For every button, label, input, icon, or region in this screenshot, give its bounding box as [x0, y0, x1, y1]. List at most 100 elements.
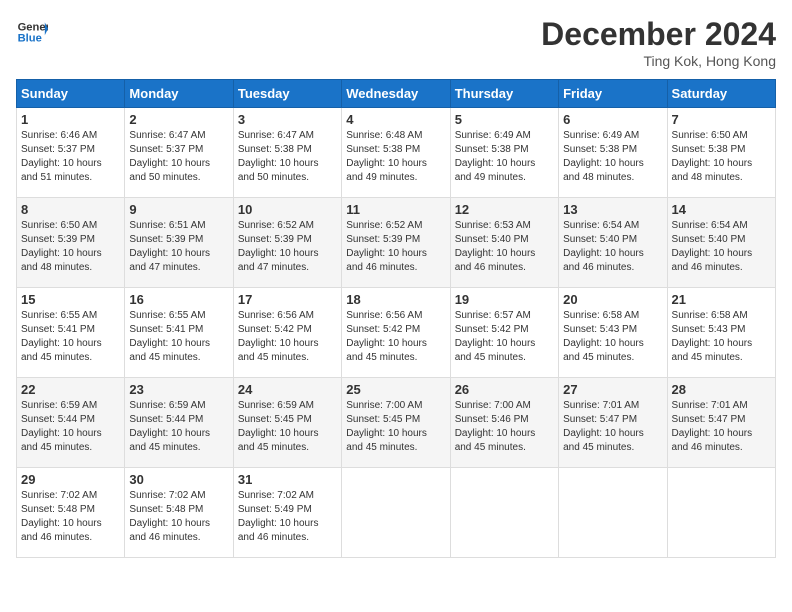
day-number: 2	[129, 112, 228, 127]
day-cell-25: 25 Sunrise: 7:00 AM Sunset: 5:45 PM Dayl…	[342, 378, 450, 468]
day-info: Sunrise: 6:51 AM Sunset: 5:39 PM Dayligh…	[129, 219, 228, 275]
day-info: Sunrise: 6:58 AM Sunset: 5:43 PM Dayligh…	[672, 309, 771, 365]
logo: General Blue	[16, 16, 48, 48]
day-cell-1: 1 Sunrise: 6:46 AM Sunset: 5:37 PM Dayli…	[17, 108, 125, 198]
day-info: Sunrise: 6:55 AM Sunset: 5:41 PM Dayligh…	[129, 309, 228, 365]
day-info: Sunrise: 7:02 AM Sunset: 5:49 PM Dayligh…	[238, 489, 337, 545]
day-number: 28	[672, 382, 771, 397]
day-info: Sunrise: 6:49 AM Sunset: 5:38 PM Dayligh…	[563, 129, 662, 185]
day-info: Sunrise: 6:50 AM Sunset: 5:38 PM Dayligh…	[672, 129, 771, 185]
day-number: 22	[21, 382, 120, 397]
day-number: 14	[672, 202, 771, 217]
day-cell-14: 14 Sunrise: 6:54 AM Sunset: 5:40 PM Dayl…	[667, 198, 775, 288]
empty-cell	[450, 468, 558, 558]
day-info: Sunrise: 6:56 AM Sunset: 5:42 PM Dayligh…	[346, 309, 445, 365]
day-info: Sunrise: 6:57 AM Sunset: 5:42 PM Dayligh…	[455, 309, 554, 365]
day-number: 1	[21, 112, 120, 127]
day-cell-13: 13 Sunrise: 6:54 AM Sunset: 5:40 PM Dayl…	[559, 198, 667, 288]
day-cell-9: 9 Sunrise: 6:51 AM Sunset: 5:39 PM Dayli…	[125, 198, 233, 288]
day-cell-2: 2 Sunrise: 6:47 AM Sunset: 5:37 PM Dayli…	[125, 108, 233, 198]
day-info: Sunrise: 6:54 AM Sunset: 5:40 PM Dayligh…	[672, 219, 771, 275]
day-cell-24: 24 Sunrise: 6:59 AM Sunset: 5:45 PM Dayl…	[233, 378, 341, 468]
header-sunday: Sunday	[17, 80, 125, 108]
page-header: General Blue December 2024 Ting Kok, Hon…	[16, 16, 776, 69]
logo-icon: General Blue	[16, 16, 48, 48]
day-info: Sunrise: 6:55 AM Sunset: 5:41 PM Dayligh…	[21, 309, 120, 365]
calendar-table: Sunday Monday Tuesday Wednesday Thursday…	[16, 79, 776, 558]
day-number: 3	[238, 112, 337, 127]
day-info: Sunrise: 6:56 AM Sunset: 5:42 PM Dayligh…	[238, 309, 337, 365]
day-number: 4	[346, 112, 445, 127]
day-info: Sunrise: 6:59 AM Sunset: 5:45 PM Dayligh…	[238, 399, 337, 455]
day-number: 16	[129, 292, 228, 307]
day-number: 19	[455, 292, 554, 307]
calendar-week-row: 1 Sunrise: 6:46 AM Sunset: 5:37 PM Dayli…	[17, 108, 776, 198]
day-cell-28: 28 Sunrise: 7:01 AM Sunset: 5:47 PM Dayl…	[667, 378, 775, 468]
empty-cell	[667, 468, 775, 558]
day-cell-18: 18 Sunrise: 6:56 AM Sunset: 5:42 PM Dayl…	[342, 288, 450, 378]
day-number: 13	[563, 202, 662, 217]
location: Ting Kok, Hong Kong	[541, 53, 776, 69]
day-cell-30: 30 Sunrise: 7:02 AM Sunset: 5:48 PM Dayl…	[125, 468, 233, 558]
day-info: Sunrise: 6:48 AM Sunset: 5:38 PM Dayligh…	[346, 129, 445, 185]
day-number: 18	[346, 292, 445, 307]
day-number: 30	[129, 472, 228, 487]
day-number: 12	[455, 202, 554, 217]
header-thursday: Thursday	[450, 80, 558, 108]
day-info: Sunrise: 7:01 AM Sunset: 5:47 PM Dayligh…	[563, 399, 662, 455]
day-number: 24	[238, 382, 337, 397]
day-number: 31	[238, 472, 337, 487]
day-info: Sunrise: 6:54 AM Sunset: 5:40 PM Dayligh…	[563, 219, 662, 275]
header-saturday: Saturday	[667, 80, 775, 108]
day-cell-5: 5 Sunrise: 6:49 AM Sunset: 5:38 PM Dayli…	[450, 108, 558, 198]
empty-cell	[342, 468, 450, 558]
day-info: Sunrise: 7:00 AM Sunset: 5:46 PM Dayligh…	[455, 399, 554, 455]
day-info: Sunrise: 6:50 AM Sunset: 5:39 PM Dayligh…	[21, 219, 120, 275]
day-cell-15: 15 Sunrise: 6:55 AM Sunset: 5:41 PM Dayl…	[17, 288, 125, 378]
day-cell-17: 17 Sunrise: 6:56 AM Sunset: 5:42 PM Dayl…	[233, 288, 341, 378]
day-cell-26: 26 Sunrise: 7:00 AM Sunset: 5:46 PM Dayl…	[450, 378, 558, 468]
day-cell-21: 21 Sunrise: 6:58 AM Sunset: 5:43 PM Dayl…	[667, 288, 775, 378]
day-number: 10	[238, 202, 337, 217]
day-number: 17	[238, 292, 337, 307]
calendar-week-row: 15 Sunrise: 6:55 AM Sunset: 5:41 PM Dayl…	[17, 288, 776, 378]
day-number: 11	[346, 202, 445, 217]
day-number: 27	[563, 382, 662, 397]
day-info: Sunrise: 6:46 AM Sunset: 5:37 PM Dayligh…	[21, 129, 120, 185]
day-info: Sunrise: 6:49 AM Sunset: 5:38 PM Dayligh…	[455, 129, 554, 185]
day-cell-4: 4 Sunrise: 6:48 AM Sunset: 5:38 PM Dayli…	[342, 108, 450, 198]
day-cell-19: 19 Sunrise: 6:57 AM Sunset: 5:42 PM Dayl…	[450, 288, 558, 378]
day-info: Sunrise: 6:47 AM Sunset: 5:38 PM Dayligh…	[238, 129, 337, 185]
svg-text:Blue: Blue	[18, 33, 42, 45]
weekday-header-row: Sunday Monday Tuesday Wednesday Thursday…	[17, 80, 776, 108]
day-cell-12: 12 Sunrise: 6:53 AM Sunset: 5:40 PM Dayl…	[450, 198, 558, 288]
calendar-week-row: 29 Sunrise: 7:02 AM Sunset: 5:48 PM Dayl…	[17, 468, 776, 558]
calendar-week-row: 22 Sunrise: 6:59 AM Sunset: 5:44 PM Dayl…	[17, 378, 776, 468]
day-number: 5	[455, 112, 554, 127]
day-number: 8	[21, 202, 120, 217]
day-info: Sunrise: 7:00 AM Sunset: 5:45 PM Dayligh…	[346, 399, 445, 455]
day-cell-11: 11 Sunrise: 6:52 AM Sunset: 5:39 PM Dayl…	[342, 198, 450, 288]
day-cell-3: 3 Sunrise: 6:47 AM Sunset: 5:38 PM Dayli…	[233, 108, 341, 198]
day-info: Sunrise: 6:59 AM Sunset: 5:44 PM Dayligh…	[21, 399, 120, 455]
day-info: Sunrise: 7:02 AM Sunset: 5:48 PM Dayligh…	[21, 489, 120, 545]
day-info: Sunrise: 7:02 AM Sunset: 5:48 PM Dayligh…	[129, 489, 228, 545]
header-monday: Monday	[125, 80, 233, 108]
day-number: 29	[21, 472, 120, 487]
svg-text:General: General	[18, 21, 48, 33]
header-wednesday: Wednesday	[342, 80, 450, 108]
day-number: 23	[129, 382, 228, 397]
day-number: 20	[563, 292, 662, 307]
day-cell-7: 7 Sunrise: 6:50 AM Sunset: 5:38 PM Dayli…	[667, 108, 775, 198]
day-info: Sunrise: 6:52 AM Sunset: 5:39 PM Dayligh…	[238, 219, 337, 275]
day-number: 7	[672, 112, 771, 127]
day-info: Sunrise: 6:47 AM Sunset: 5:37 PM Dayligh…	[129, 129, 228, 185]
day-number: 15	[21, 292, 120, 307]
month-title: December 2024	[541, 16, 776, 53]
day-cell-16: 16 Sunrise: 6:55 AM Sunset: 5:41 PM Dayl…	[125, 288, 233, 378]
calendar-week-row: 8 Sunrise: 6:50 AM Sunset: 5:39 PM Dayli…	[17, 198, 776, 288]
day-info: Sunrise: 6:52 AM Sunset: 5:39 PM Dayligh…	[346, 219, 445, 275]
day-info: Sunrise: 7:01 AM Sunset: 5:47 PM Dayligh…	[672, 399, 771, 455]
day-number: 9	[129, 202, 228, 217]
day-cell-27: 27 Sunrise: 7:01 AM Sunset: 5:47 PM Dayl…	[559, 378, 667, 468]
